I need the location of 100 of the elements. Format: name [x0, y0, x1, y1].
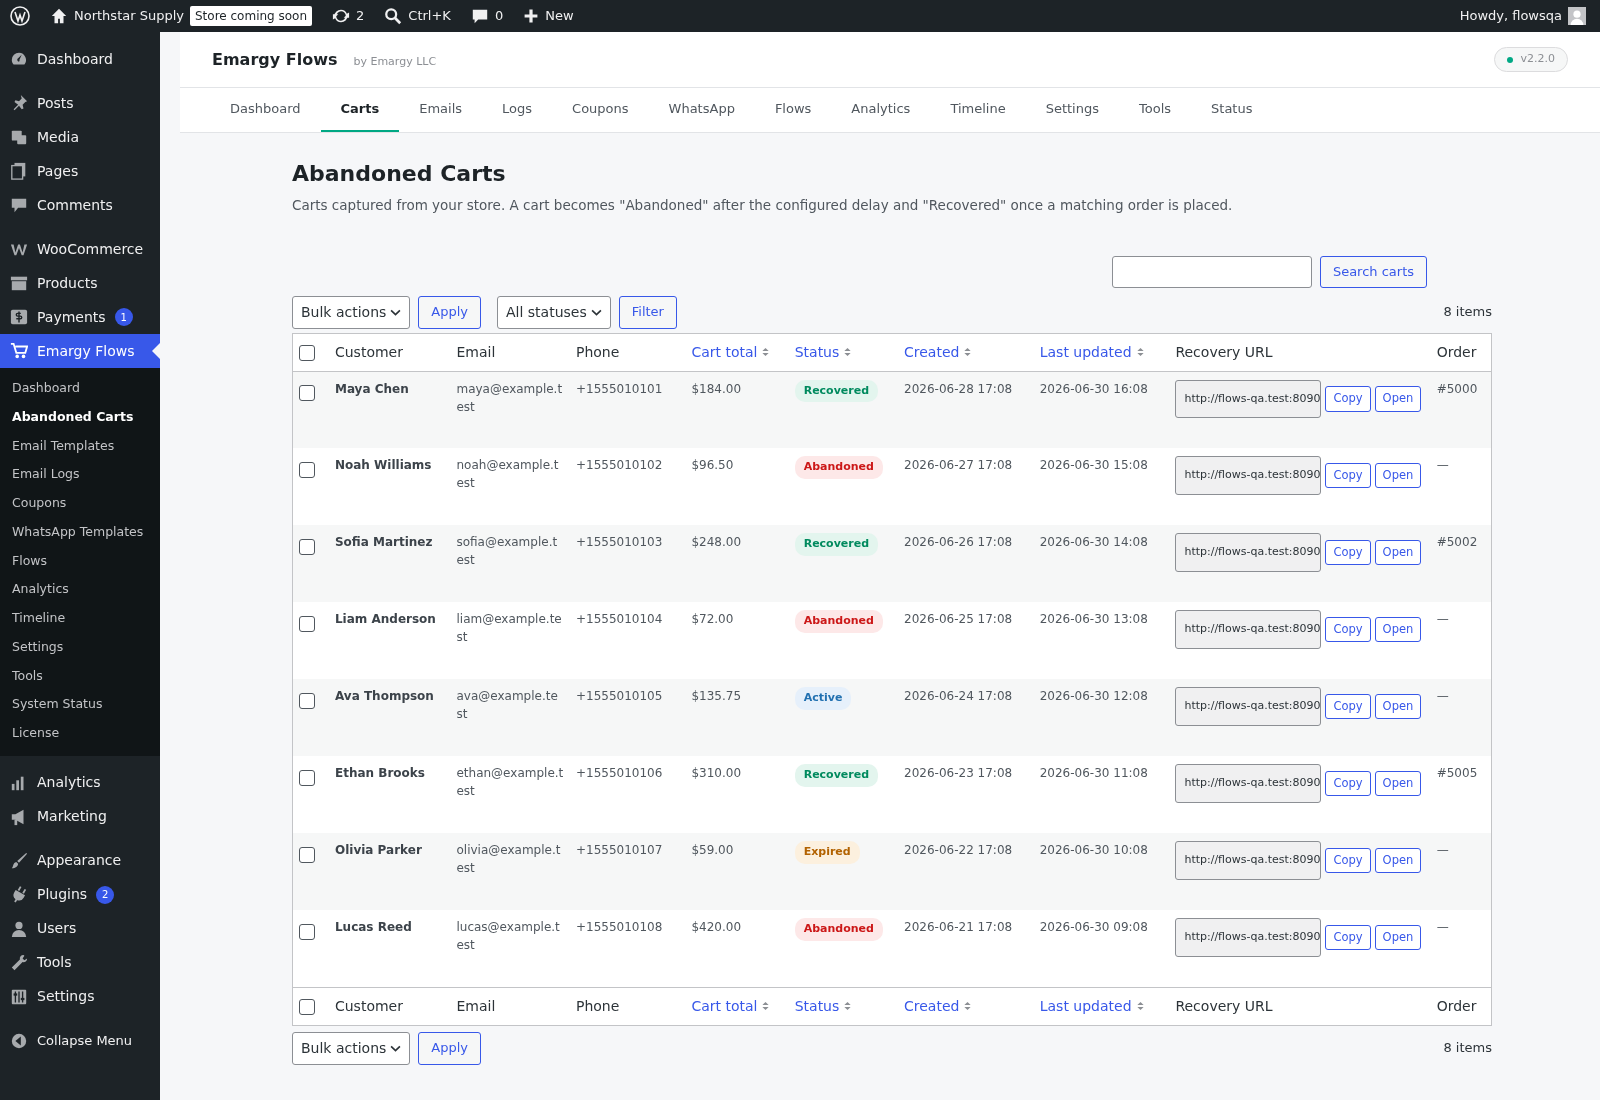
sortable-column-header[interactable]: Cart total — [691, 995, 771, 1017]
copy-button[interactable]: Copy — [1325, 616, 1371, 642]
sidebar-menu-item[interactable]: Plugins 2 — [0, 877, 160, 912]
greeting-link[interactable]: Howdy, flowsqa — [1459, 6, 1562, 26]
plus-icon[interactable] — [523, 8, 540, 24]
submenu-item[interactable]: Coupons — [0, 489, 160, 518]
submenu-item[interactable]: Abandoned Carts — [0, 402, 160, 432]
sidebar-menu-item[interactable]: Payments 1 — [0, 300, 160, 334]
home-icon[interactable] — [50, 7, 68, 25]
open-button[interactable]: Open — [1374, 616, 1422, 642]
sortable-column-header[interactable]: Last updated — [1039, 995, 1145, 1017]
submenu-item[interactable]: License — [0, 719, 160, 748]
checkbox[interactable] — [299, 846, 315, 863]
checkbox[interactable] — [299, 615, 315, 632]
nav-tab[interactable]: Analytics — [831, 88, 931, 132]
sidebar-menu-item[interactable]: WooCommerce — [0, 232, 160, 266]
nav-tab[interactable]: Timeline — [930, 88, 1026, 132]
nav-tab[interactable]: WhatsApp — [648, 88, 755, 132]
copy-button[interactable]: Copy — [1325, 539, 1371, 565]
speech-bubble-icon[interactable] — [470, 7, 489, 25]
nav-tab[interactable]: Dashboard — [210, 88, 321, 132]
bulk-actions-dropdown[interactable]: Bulk actions — [292, 295, 411, 329]
submenu-item[interactable]: System Status — [0, 690, 160, 719]
refresh-icon[interactable] — [332, 7, 351, 25]
bulk-actions-dropdown[interactable]: Bulk actions — [292, 1031, 411, 1065]
sidebar-menu-item[interactable]: Appearance — [0, 843, 160, 878]
nav-tab[interactable]: Coupons — [552, 88, 649, 132]
copy-button[interactable]: Copy — [1325, 693, 1371, 719]
new-link[interactable]: New — [545, 6, 574, 26]
nav-tab[interactable]: Settings — [1025, 88, 1119, 132]
collapse-menu-button[interactable]: Collapse Menu — [0, 1023, 160, 1058]
nav-tab[interactable]: Status — [1191, 88, 1273, 132]
sidebar-menu-item[interactable]: Users — [0, 911, 160, 946]
phone-cell: +1555010102 — [569, 448, 686, 526]
sidebar-menu-item[interactable]: Dashboard — [0, 42, 160, 76]
copy-button[interactable]: Copy — [1325, 924, 1371, 950]
wordpress-logo-icon[interactable] — [10, 6, 30, 26]
submenu-item[interactable]: Dashboard — [0, 374, 160, 403]
checkbox[interactable] — [299, 385, 315, 402]
submenu-item[interactable]: Analytics — [0, 575, 160, 604]
submenu-item[interactable]: Tools — [0, 661, 160, 691]
sidebar-menu-item[interactable]: Media — [0, 120, 160, 154]
sortable-column-header[interactable]: Created — [904, 995, 973, 1017]
sidebar-menu-item[interactable]: Tools — [0, 945, 160, 980]
open-button[interactable]: Open — [1374, 462, 1422, 488]
submenu-item[interactable]: Email Templates — [0, 431, 160, 461]
sidebar-menu-item[interactable]: Comments — [0, 188, 160, 222]
open-button[interactable]: Open — [1374, 770, 1422, 796]
search-icon[interactable] — [384, 7, 403, 25]
status-filter-dropdown[interactable]: All statuses — [497, 295, 611, 329]
search-field[interactable] — [1111, 255, 1312, 288]
created-cell: 2026-06-28 17:08 — [898, 371, 1034, 449]
search-shortcut[interactable]: Ctrl+K — [408, 6, 451, 26]
sortable-column-header[interactable]: Status — [794, 995, 853, 1017]
copy-button[interactable]: Copy — [1325, 462, 1371, 488]
sidebar-menu-item[interactable]: Analytics — [0, 765, 160, 800]
sidebar-menu-item[interactable]: Products — [0, 266, 160, 300]
submenu-item[interactable]: WhatsApp Templates — [0, 517, 160, 547]
sortable-column-header[interactable]: Created — [904, 341, 973, 363]
copy-button[interactable]: Copy — [1325, 770, 1371, 796]
apply-button[interactable]: Apply — [418, 295, 481, 329]
open-button[interactable]: Open — [1374, 386, 1422, 412]
nav-tab[interactable]: Tools — [1119, 88, 1192, 132]
nav-tab[interactable]: Flows — [754, 88, 832, 132]
checkbox[interactable] — [299, 461, 315, 478]
status-badge: Active — [794, 687, 852, 710]
checkbox[interactable] — [299, 769, 315, 786]
sortable-column-header[interactable]: Last updated — [1039, 341, 1145, 363]
sidebar-menu-item[interactable]: Posts — [0, 86, 160, 120]
open-button[interactable]: Open — [1374, 693, 1422, 719]
copy-button[interactable]: Copy — [1325, 847, 1371, 873]
apply-button[interactable]: Apply — [418, 1031, 481, 1065]
nav-tab[interactable]: Emails — [399, 88, 483, 132]
open-button[interactable]: Open — [1374, 539, 1422, 565]
sidebar-menu-item[interactable]: Settings — [0, 979, 160, 1014]
phone-cell: +1555010101 — [569, 371, 686, 449]
checkbox[interactable] — [299, 538, 315, 555]
checkbox[interactable] — [299, 692, 315, 709]
open-button[interactable]: Open — [1374, 924, 1422, 950]
checkbox[interactable] — [299, 998, 315, 1015]
sidebar-menu-item[interactable]: Emargy Flows — [0, 334, 160, 368]
search-button[interactable]: Search carts — [1319, 255, 1427, 288]
updated-cell: 2026-06-30 16:08 — [1033, 371, 1170, 449]
sortable-column-header[interactable]: Cart total — [691, 341, 771, 363]
submenu-item[interactable]: Settings — [0, 632, 160, 662]
sidebar-menu-item[interactable]: Marketing — [0, 799, 160, 834]
nav-tab[interactable]: Logs — [482, 88, 553, 132]
submenu-item[interactable]: Timeline — [0, 604, 160, 633]
site-name-link[interactable]: Northstar Supply — [74, 6, 184, 26]
sortable-column-header[interactable]: Status — [794, 341, 853, 363]
sidebar-menu-item[interactable]: Pages — [0, 154, 160, 188]
submenu-item[interactable]: Email Logs — [0, 460, 160, 489]
checkbox[interactable] — [299, 923, 315, 940]
phone-cell: +1555010106 — [569, 756, 686, 834]
open-button[interactable]: Open — [1374, 847, 1422, 873]
copy-button[interactable]: Copy — [1325, 386, 1371, 412]
checkbox[interactable] — [299, 344, 315, 361]
nav-tab[interactable]: Carts — [320, 88, 400, 132]
submenu-item[interactable]: Flows — [0, 546, 160, 576]
filter-button[interactable]: Filter — [618, 295, 677, 329]
